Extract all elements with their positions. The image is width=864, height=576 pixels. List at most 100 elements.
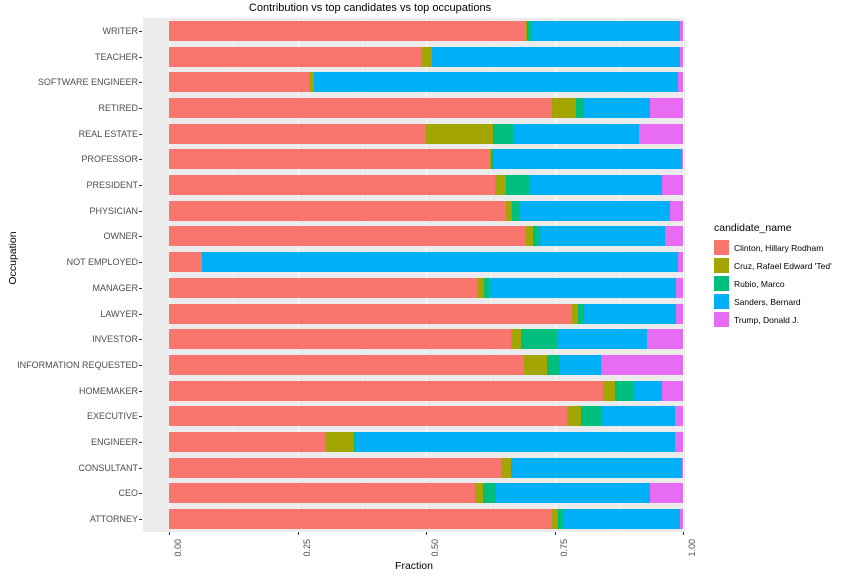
bar-segment [662, 175, 683, 196]
bar-segment [675, 303, 683, 324]
bar-row [169, 432, 683, 453]
bar-row [169, 329, 683, 350]
legend-item[interactable]: Trump, Donald J. [714, 311, 864, 328]
gridline-minor [361, 18, 363, 532]
y-tick-mark [139, 287, 142, 289]
bar-segment [670, 200, 683, 221]
y-tick-mark [139, 30, 142, 32]
gridline-major [169, 18, 170, 532]
x-tick-label: 0.75 [558, 539, 569, 557]
legend-item[interactable]: Sanders, Bernard [714, 293, 864, 310]
bar-segment [539, 226, 665, 247]
bar-segment [557, 329, 647, 350]
bar-segment [678, 72, 683, 93]
y-tick-label: OWNER [103, 231, 139, 242]
legend-items: Clinton, Hillary Rodham Cruz, Rafael Edwa… [714, 239, 864, 328]
legend-label: Clinton, Hillary Rodham [734, 242, 824, 253]
bar-segment [603, 380, 615, 401]
y-tick-label: EXECUTIVE [86, 411, 138, 422]
x-tick-mark [426, 532, 427, 535]
y-tick-label: WRITER [102, 25, 139, 36]
gridline-major [297, 18, 299, 532]
bar-segment [494, 149, 682, 170]
y-tick-label: REAL ESTATE [78, 128, 138, 139]
y-tick-mark [139, 364, 142, 366]
gridline-minor [490, 18, 492, 532]
x-tick-label: 1.00 [687, 539, 697, 557]
y-tick-mark [139, 493, 142, 495]
gridline-minor [618, 18, 620, 532]
bar-row [169, 406, 683, 427]
bar-segment [169, 380, 604, 401]
bar-row [169, 277, 683, 298]
legend-item[interactable]: Rubio, Marco [714, 275, 864, 292]
bar-row [169, 72, 683, 93]
bar-segment [519, 200, 671, 221]
bar-segment [665, 226, 683, 247]
bar-segment [169, 432, 326, 453]
bar-segment [530, 20, 680, 41]
chart-figure: Contribution vs top candidates vs top oc… [0, 0, 864, 576]
bar-segment [314, 72, 679, 93]
bar-row [169, 483, 683, 504]
bar-segment [529, 175, 663, 196]
bar-segment [325, 432, 355, 453]
bar-segment [426, 123, 493, 144]
bar-segment [510, 457, 682, 478]
y-tick-mark [139, 442, 142, 444]
bar-segment [432, 46, 680, 67]
bar-segment [169, 483, 475, 504]
bar-segment [474, 483, 484, 504]
bar-segment [679, 20, 683, 41]
y-tick-mark [139, 416, 142, 418]
bar-segment [546, 354, 560, 375]
y-tick-label: PRESIDENT [86, 180, 138, 191]
bar-segment [662, 380, 683, 401]
x-tick-mark [297, 532, 299, 535]
bar-segment [639, 123, 683, 144]
x-tick-mark [169, 532, 170, 535]
x-tick-label: 0.50 [430, 539, 440, 557]
bar-segment [483, 483, 497, 504]
x-tick-mark [683, 532, 684, 535]
y-tick-label: CEO [118, 488, 138, 499]
bar-segment [679, 509, 683, 530]
y-tick-mark [139, 339, 142, 341]
bar-segment [567, 406, 581, 427]
bar-row [169, 200, 683, 221]
bar-segment [169, 509, 552, 530]
bar-row [169, 97, 683, 118]
y-tick-label: CONSULTANT [78, 462, 138, 473]
bar-segment [169, 252, 203, 273]
bar-segment [495, 175, 507, 196]
bar-segment [679, 46, 683, 67]
bar-segment [169, 123, 426, 144]
bar-segment [489, 277, 676, 298]
y-tick-label: INVESTOR [92, 334, 138, 345]
bar-segment [674, 432, 683, 453]
bar-row [169, 354, 683, 375]
legend-item[interactable]: Cruz, Rafael Edward 'Ted' [714, 257, 864, 274]
bar-row [169, 252, 683, 273]
y-tick-mark [139, 107, 142, 109]
x-tick-mark [554, 532, 556, 535]
y-tick-mark [139, 519, 142, 521]
bar-row [169, 509, 683, 530]
y-tick-label: ATTORNEY [89, 514, 138, 525]
bar-segment [492, 123, 514, 144]
y-tick-label: INFORMATION REQUESTED [17, 359, 138, 370]
bar-segment [169, 20, 527, 41]
bar-segment [355, 432, 675, 453]
bar-segment [496, 483, 651, 504]
y-tick-label: HOMEMAKER [78, 385, 138, 396]
y-tick-label: MANAGER [92, 282, 138, 293]
y-tick-label: LAWYER [100, 308, 138, 319]
x-axis-title: Fraction [395, 560, 433, 572]
legend-item[interactable]: Clinton, Hillary Rodham [714, 239, 864, 256]
legend-label: Cruz, Rafael Edward 'Ted' [734, 260, 832, 271]
legend-label: Rubio, Marco [734, 278, 785, 289]
legend-title: candidate_name [714, 222, 792, 234]
y-tick-mark [139, 236, 142, 238]
bar-segment [681, 149, 683, 170]
y-tick-mark [139, 185, 142, 187]
